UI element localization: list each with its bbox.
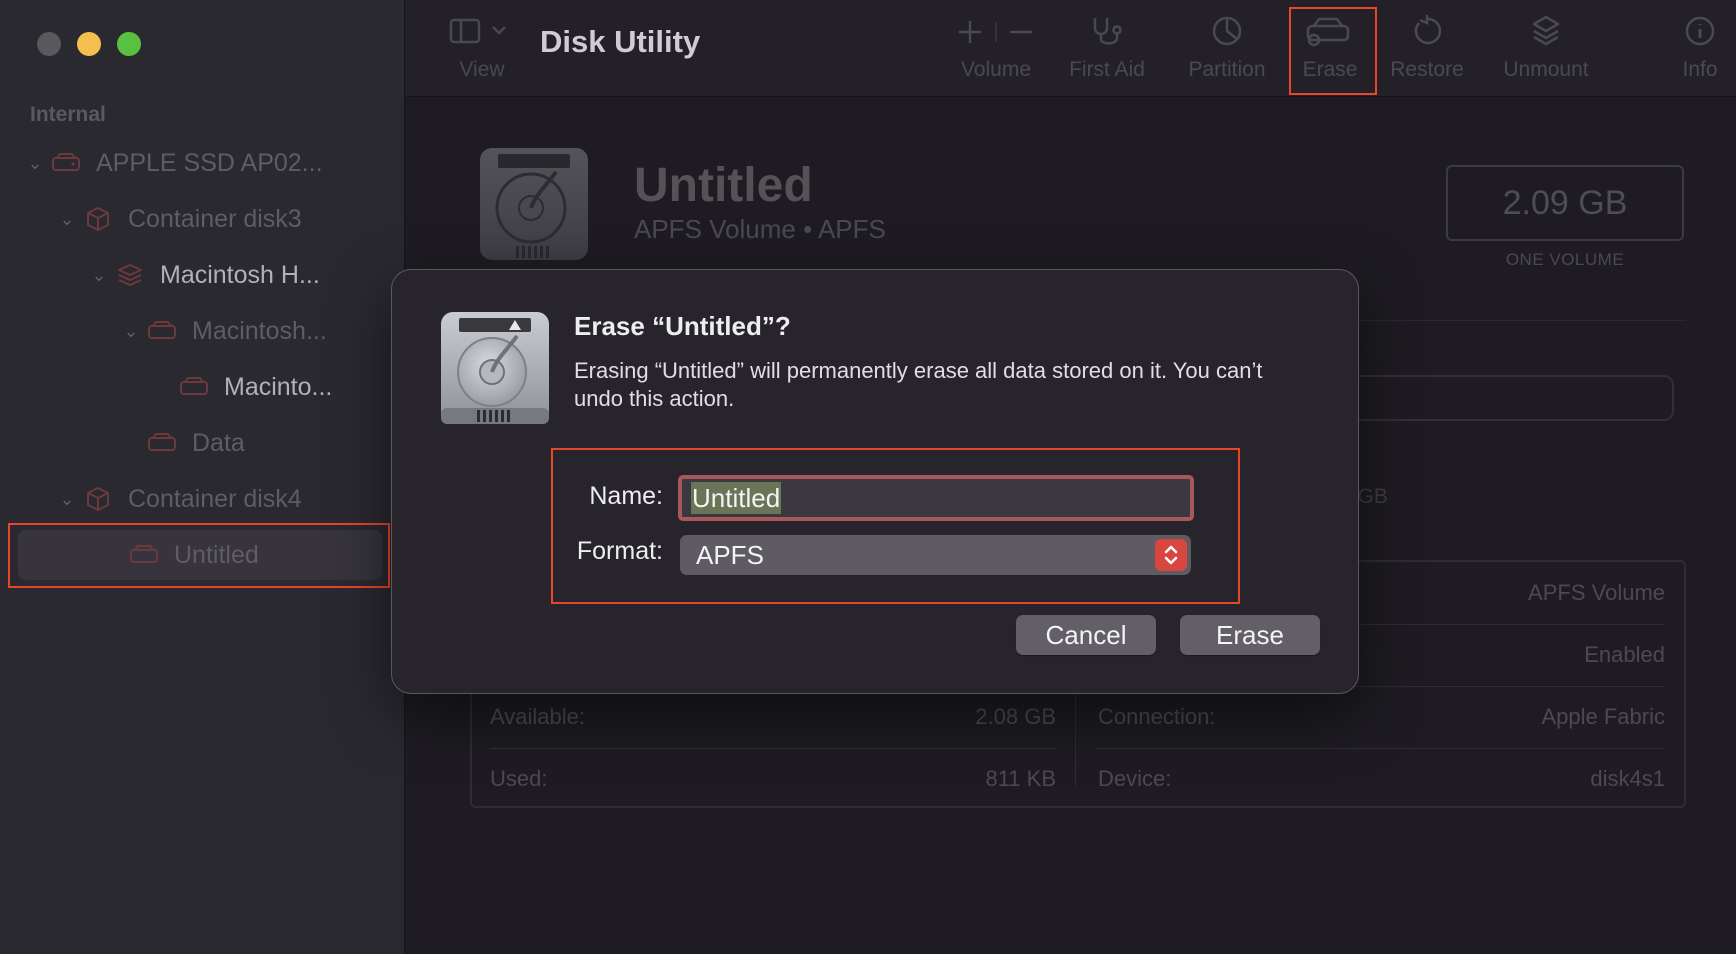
pie-chart-icon (1212, 16, 1242, 46)
highlight-box-erase (1289, 7, 1377, 95)
chevron-down-icon[interactable]: ⌄ (116, 321, 146, 342)
volume-subtitle: APFS Volume • APFS (634, 214, 886, 244)
sidebar-view-icon (449, 18, 506, 44)
zoom-window-button[interactable] (117, 32, 141, 56)
sidebar-item-macintosh-hd[interactable]: ⌄ Macintosh H... (84, 250, 320, 300)
sidebar-section-internal: Internal (30, 103, 106, 126)
chevron-down-icon[interactable]: ⌄ (52, 489, 82, 510)
stethoscope-icon (1093, 18, 1122, 45)
sidebar-item-apple-ssd[interactable]: ⌄ APPLE SSD AP02... (20, 138, 323, 188)
internal-drive-icon (50, 150, 82, 176)
sidebar-item-label: Macintosh H... (160, 260, 320, 289)
hard-drive-icon (480, 148, 588, 260)
table-cell: Available: (490, 704, 585, 729)
capacity-value: 2.09 GB (1446, 165, 1684, 241)
sidebar-item-container-disk3[interactable]: ⌄ Container disk3 (52, 194, 302, 244)
info-icon (1685, 16, 1715, 46)
table-row-divider (490, 748, 1055, 749)
container-icon (82, 486, 114, 512)
sidebar-item-label: Data (192, 428, 245, 457)
chevron-down-icon[interactable]: ⌄ (20, 153, 50, 174)
sidebar: Internal ⌄ APPLE SSD AP02... ⌄ Container… (0, 0, 405, 954)
table-cell: Connection: (1098, 704, 1216, 729)
table-cell: Used: (490, 766, 548, 791)
volume-button[interactable]: Volume (956, 14, 1036, 82)
restore-arrow-icon (1414, 15, 1442, 45)
close-window-button[interactable] (37, 32, 61, 56)
minimize-window-button[interactable] (77, 32, 101, 56)
cancel-button[interactable]: Cancel (1016, 615, 1156, 655)
sidebar-item-label: APPLE SSD AP02... (96, 148, 323, 177)
volume-icon (146, 430, 178, 456)
add-remove-volume-icon (959, 21, 1032, 43)
table-column-divider (1075, 690, 1076, 786)
table-cell: 2.08 GB (975, 704, 1056, 729)
content-divider (1340, 320, 1686, 321)
volume-group-icon (114, 262, 146, 288)
view-button[interactable]: View (447, 14, 517, 82)
sidebar-item-macintosh-volume[interactable]: Macinto... (178, 362, 332, 412)
dialog-title: Erase “Untitled”? (574, 311, 791, 341)
chevron-down-icon[interactable]: ⌄ (52, 209, 82, 230)
sidebar-item-macintosh-snapshot[interactable]: ⌄ Macintosh... (116, 306, 327, 356)
table-cell: 811 KB (985, 766, 1056, 791)
sidebar-item-label: Container disk3 (128, 204, 302, 233)
restore-button[interactable]: Restore (1387, 14, 1467, 82)
window-title: Disk Utility (540, 24, 701, 59)
highlight-box-form (551, 448, 1240, 604)
unmount-button[interactable]: Unmount (1496, 14, 1596, 82)
highlight-box-sidebar (8, 523, 390, 588)
sidebar-item-label: Macinto... (224, 372, 333, 401)
sidebar-item-data[interactable]: Data (146, 418, 245, 468)
volume-icon (178, 374, 210, 400)
capacity-label: ONE VOLUME (1505, 250, 1625, 269)
unmount-icon (1532, 15, 1560, 46)
erase-confirm-button[interactable]: Erase (1180, 615, 1320, 655)
table-cell: Device: (1098, 766, 1172, 791)
hard-drive-icon (441, 312, 549, 424)
volume-icon (146, 318, 178, 344)
table-row-divider (1095, 748, 1665, 749)
dialog-message: Erasing “Untitled” will permanently eras… (574, 358, 1263, 411)
first-aid-button[interactable]: First Aid (1067, 14, 1147, 82)
container-icon (82, 206, 114, 232)
partition-button[interactable]: Partition (1182, 14, 1272, 82)
volume-name: Untitled (634, 159, 813, 212)
info-button[interactable]: Info (1680, 14, 1720, 82)
table-cell: disk4s1 (1590, 766, 1665, 791)
chevron-down-icon[interactable]: ⌄ (84, 265, 114, 286)
table-cell: Apple Fabric (1541, 704, 1665, 729)
sidebar-item-label: Container disk4 (128, 484, 302, 513)
sidebar-item-container-disk4[interactable]: ⌄ Container disk4 (52, 474, 302, 524)
sidebar-item-label: Macintosh... (192, 316, 327, 345)
